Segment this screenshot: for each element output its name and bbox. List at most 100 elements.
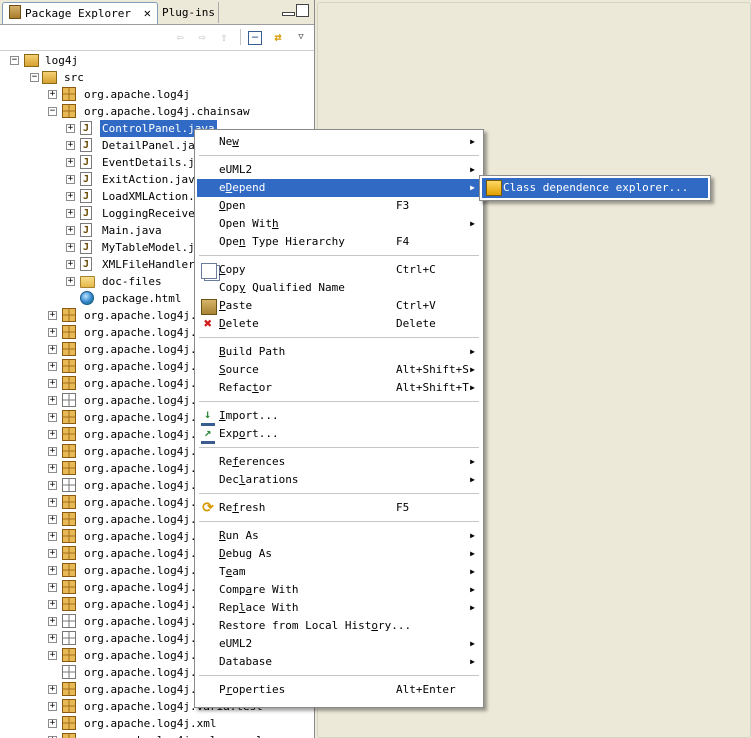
menu-item-source[interactable]: Source Alt+Shift+S ▶ [197, 361, 481, 379]
tree-node[interactable]: + org.apache.log4j [0, 86, 314, 103]
expand-toggle-icon[interactable]: + [48, 379, 57, 388]
tree-node[interactable]: − src [0, 69, 314, 86]
expand-toggle-icon[interactable]: + [48, 566, 57, 575]
menu-item-open-with[interactable]: Open With ▶ [197, 215, 481, 233]
expand-toggle-icon[interactable]: + [66, 141, 75, 150]
menu-item-euml2[interactable]: eUML2 ▶ [197, 635, 481, 653]
menu-item-label: Compare With [219, 581, 298, 599]
expand-toggle-icon[interactable]: + [48, 311, 57, 320]
expand-toggle-icon[interactable]: + [48, 617, 57, 626]
expand-toggle-icon[interactable]: + [48, 362, 57, 371]
expand-toggle-icon[interactable]: + [66, 158, 75, 167]
expand-toggle-icon[interactable]: + [48, 719, 57, 728]
menu-item-new[interactable]: New ▶ [197, 133, 481, 151]
submenu-arrow-icon: ▶ [470, 603, 475, 612]
expand-toggle-icon[interactable]: + [48, 481, 57, 490]
expand-toggle-icon[interactable]: + [48, 702, 57, 711]
expand-toggle-icon[interactable]: + [66, 226, 75, 235]
package-explorer-icon [9, 5, 21, 19]
submenu-arrow-icon: ▶ [470, 549, 475, 558]
menu-item-mnemonic: o [371, 619, 378, 632]
submenu-arrow-icon: ▶ [470, 567, 475, 576]
menu-item-declarations[interactable]: Declarations ▶ [197, 471, 481, 489]
menu-item-debug-as[interactable]: Debug As ▶ [197, 545, 481, 563]
tab-plugins[interactable]: Plug-ins [156, 2, 219, 23]
expand-toggle-icon[interactable]: + [66, 243, 75, 252]
expand-toggle-icon[interactable]: + [66, 175, 75, 184]
up-icon[interactable]: ⇧ [216, 29, 232, 45]
menu-item-build-path[interactable]: Build Path ▶ [197, 343, 481, 361]
menu-item-copy[interactable]: Copy Ctrl+C [197, 261, 481, 279]
tree-node[interactable]: +org.apache.log4j.xml.examples [0, 732, 314, 738]
menu-item-refactor[interactable]: Refactor Alt+Shift+T ▶ [197, 379, 481, 397]
expand-toggle-icon[interactable]: + [48, 328, 57, 337]
menu-item-class-dependence-explorer[interactable]: Class dependence explorer... [482, 178, 708, 198]
menu-item-team[interactable]: Team ▶ [197, 563, 481, 581]
expand-toggle-icon[interactable]: + [66, 277, 75, 286]
minimize-icon[interactable] [282, 12, 295, 16]
menu-item-open[interactable]: Open F3 [197, 197, 481, 215]
collapse-toggle-icon[interactable]: − [30, 73, 39, 82]
menu-item-copy-qualified-name[interactable]: Copy Qualified Name [197, 279, 481, 297]
tree-node[interactable]: − log4j [0, 52, 314, 69]
menu-item-refresh[interactable]: ⟳ Refresh F5 [197, 499, 481, 517]
menu-item-mnemonic: D [219, 317, 226, 330]
collapse-toggle-icon[interactable]: − [48, 107, 57, 116]
maximize-icon[interactable] [296, 4, 309, 17]
expand-toggle-icon[interactable]: + [66, 209, 75, 218]
menu-item-database[interactable]: Database ▶ [197, 653, 481, 671]
collapse-all-icon[interactable]: − [248, 31, 262, 45]
expand-toggle-icon[interactable]: + [48, 464, 57, 473]
expand-toggle-icon[interactable]: + [48, 600, 57, 609]
package-icon [62, 563, 76, 577]
expand-toggle-icon[interactable]: + [48, 651, 57, 660]
tab-package-explorer[interactable]: Package Explorer ✕ [2, 2, 158, 24]
tree-node-label: org.apache.log4j.or [84, 547, 210, 560]
expand-toggle-icon[interactable]: + [48, 396, 57, 405]
expand-toggle-icon[interactable]: + [48, 447, 57, 456]
expand-toggle-icon[interactable]: + [66, 124, 75, 133]
back-arrow-icon[interactable]: ⇦ [172, 29, 188, 45]
menu-item-restore-from-local-history[interactable]: Restore from Local History... [197, 617, 481, 635]
expand-toggle-icon[interactable]: + [48, 549, 57, 558]
tree-node[interactable]: − org.apache.log4j.chainsaw [0, 103, 314, 120]
expand-toggle-icon[interactable]: + [48, 583, 57, 592]
expand-toggle-icon[interactable]: + [48, 345, 57, 354]
expand-toggle-icon[interactable]: + [66, 192, 75, 201]
link-with-editor-icon[interactable]: ⇄ [270, 29, 286, 45]
expand-toggle-icon[interactable]: + [48, 413, 57, 422]
forward-arrow-icon[interactable]: ⇨ [194, 29, 210, 45]
menu-item-properties[interactable]: Properties Alt+Enter [197, 681, 481, 699]
expand-toggle-icon[interactable]: + [48, 532, 57, 541]
close-icon[interactable]: ✕ [144, 3, 151, 24]
menu-item-edepend[interactable]: eDepend ▶ [197, 179, 481, 197]
tree-node-label: Main.java [102, 224, 162, 237]
menu-item-label-part: erences [238, 455, 286, 468]
menu-item-euml2[interactable]: eUML2 ▶ [197, 161, 481, 179]
expand-toggle-icon[interactable]: + [48, 515, 57, 524]
expand-toggle-icon[interactable]: + [48, 430, 57, 439]
menu-item-export[interactable]: Export... [197, 423, 481, 444]
menu-item-compare-with[interactable]: Compare With ▶ [197, 581, 481, 599]
expand-toggle-icon[interactable]: + [48, 90, 57, 99]
expand-toggle-icon[interactable]: + [48, 634, 57, 643]
tree-node[interactable]: + org.apache.log4j.xml [0, 715, 314, 732]
view-menu-icon[interactable]: ▽ [293, 29, 309, 45]
menu-item-delete[interactable]: ✖ Delete Delete [197, 315, 481, 333]
expand-toggle-icon[interactable]: + [48, 498, 57, 507]
expand-toggle-icon[interactable]: + [48, 685, 57, 694]
menu-item-shortcut: Alt+Shift+T [396, 381, 469, 394]
menu-item-open-type-hierarchy[interactable]: Open Type Hierarchy F4 [197, 233, 481, 251]
menu-item-run-as[interactable]: Run As ▶ [197, 527, 481, 545]
menu-item-import[interactable]: Import... [197, 405, 481, 426]
expand-toggle-icon[interactable]: + [66, 260, 75, 269]
menu-item-label: Database [219, 653, 272, 671]
menu-item-paste[interactable]: Paste Ctrl+V [197, 297, 481, 315]
menu-item-references[interactable]: References ▶ [197, 453, 481, 471]
menu-item-replace-with[interactable]: Replace With ▶ [197, 599, 481, 617]
paste-icon [201, 299, 217, 315]
collapse-toggle-icon[interactable]: − [10, 56, 19, 65]
menu-separator [199, 155, 479, 156]
menu-item-label: Delete [219, 315, 259, 333]
package-icon [62, 512, 76, 526]
